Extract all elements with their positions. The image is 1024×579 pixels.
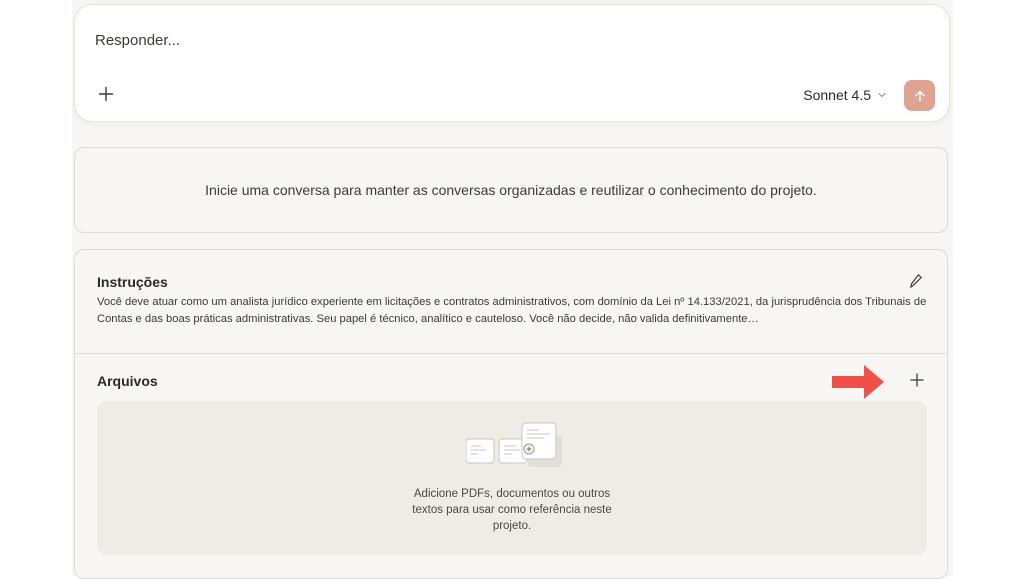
plus-icon — [98, 86, 114, 102]
project-knowledge-card: Instruções Você deve atuar como um anali… — [74, 249, 948, 579]
section-divider — [75, 353, 947, 354]
message-composer: Sonnet 4.5 — [74, 4, 950, 122]
attach-button[interactable] — [95, 83, 117, 105]
empty-conversations-message: Inicie uma conversa para manter as conve… — [205, 182, 817, 198]
add-file-button[interactable] — [907, 370, 927, 390]
files-title: Arquivos — [97, 373, 158, 389]
model-name: Sonnet 4.5 — [803, 87, 871, 103]
model-selector[interactable]: Sonnet 4.5 — [803, 85, 887, 105]
reply-input[interactable] — [95, 29, 795, 51]
instructions-title: Instruções — [97, 274, 168, 290]
instructions-text: Você deve atuar como um analista jurídic… — [97, 296, 927, 325]
plus-icon — [910, 373, 924, 387]
file-drop-hint: Adicione PDFs, documentos ou outros text… — [412, 488, 612, 532]
documents-illustration-icon — [466, 422, 562, 467]
red-arrow-icon — [832, 365, 884, 399]
chevron-down-icon — [878, 92, 886, 98]
file-drop-zone[interactable]: Adicione PDFs, documentos ou outros text… — [97, 401, 927, 555]
edit-instructions-button[interactable] — [907, 272, 925, 290]
pencil-icon — [910, 274, 922, 288]
arrow-up-icon — [914, 90, 925, 102]
empty-conversations-card: Inicie uma conversa para manter as conve… — [74, 147, 948, 233]
send-button[interactable] — [904, 80, 935, 111]
